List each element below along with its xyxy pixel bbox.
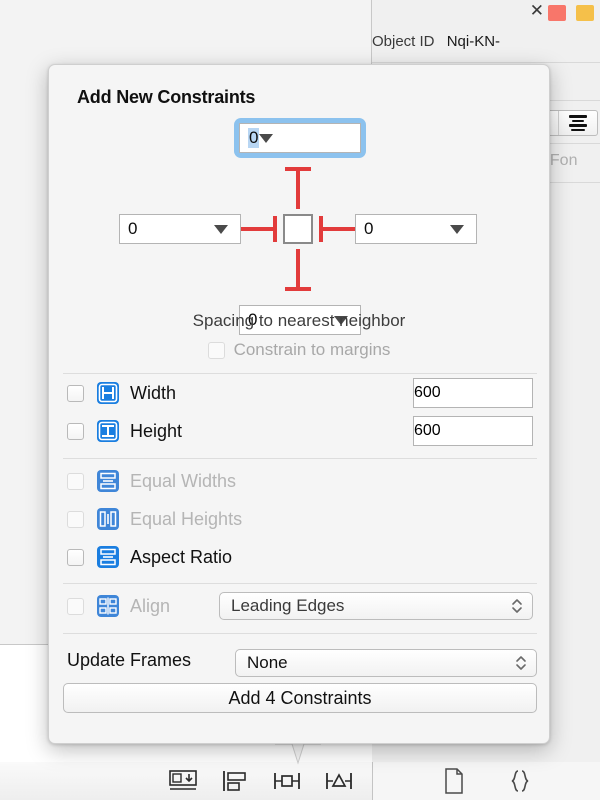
height-label: Height bbox=[130, 420, 183, 441]
align-option-popup[interactable]: Leading Edges bbox=[219, 592, 533, 620]
chevron-updown-icon bbox=[512, 599, 522, 613]
update-frames-label: Update Frames bbox=[67, 650, 192, 670]
object-id-value[interactable]: Nqi-KN- bbox=[447, 33, 500, 50]
aspect-ratio-label: Aspect Ratio bbox=[130, 546, 233, 567]
pin-icon[interactable] bbox=[272, 769, 302, 793]
width-value[interactable]: 600 bbox=[414, 384, 441, 402]
aspect-ratio-icon bbox=[97, 546, 119, 568]
constrain-to-margins-row[interactable]: Constrain to margins bbox=[49, 340, 549, 360]
chevron-down-icon[interactable] bbox=[214, 224, 228, 234]
inspector-divider bbox=[372, 62, 600, 63]
align-constraint-row: Align Leading Edges bbox=[63, 588, 537, 624]
width-value-combo[interactable]: 600 bbox=[413, 378, 533, 408]
constrain-to-margins-checkbox[interactable] bbox=[207, 341, 225, 359]
spacing-caption: Spacing to nearest neighbor bbox=[192, 311, 406, 330]
equal-widths-label: Equal Widths bbox=[130, 470, 237, 491]
align-checkbox[interactable] bbox=[67, 597, 84, 615]
constrain-to-margins-label: Constrain to margins bbox=[233, 340, 391, 359]
bottom-right-icons bbox=[372, 762, 600, 800]
update-frames-popup[interactable]: None bbox=[235, 649, 537, 677]
color-swatch-yellow[interactable] bbox=[576, 5, 594, 21]
bottom-strut bbox=[296, 249, 300, 291]
width-checkbox[interactable] bbox=[67, 384, 84, 402]
stack-embed-icon[interactable] bbox=[168, 769, 198, 793]
resolve-issues-icon[interactable] bbox=[324, 769, 354, 793]
constraint-target-square bbox=[283, 214, 313, 244]
left-spacing-value[interactable]: 0 bbox=[120, 219, 214, 239]
aspect-ratio-row[interactable]: Aspect Ratio bbox=[63, 539, 537, 575]
popover-title: Add New Constraints bbox=[77, 87, 256, 107]
align-icon[interactable] bbox=[220, 769, 250, 793]
align-selected-option: Leading Edges bbox=[231, 596, 345, 615]
align-label: Align bbox=[130, 595, 171, 616]
right-spacing-combo[interactable]: 0 bbox=[355, 214, 477, 244]
height-value[interactable]: 600 bbox=[414, 422, 441, 440]
chevron-down-icon[interactable] bbox=[450, 224, 464, 234]
equal-heights-icon bbox=[97, 508, 119, 530]
chevron-updown-icon bbox=[516, 656, 526, 670]
height-constraint-row[interactable]: Height 600 bbox=[63, 413, 537, 449]
equal-widths-icon bbox=[97, 470, 119, 492]
height-value-combo[interactable]: 600 bbox=[413, 416, 533, 446]
equal-widths-row: Equal Widths bbox=[63, 463, 537, 499]
top-strut bbox=[296, 167, 300, 209]
equal-heights-checkbox[interactable] bbox=[67, 510, 84, 528]
document-icon[interactable] bbox=[443, 768, 465, 794]
equal-heights-label: Equal Heights bbox=[130, 508, 243, 529]
object-id-label: Object ID bbox=[372, 33, 435, 50]
screen: ✕ Object ID Nqi-KN- Inherit No Fon bbox=[0, 0, 600, 800]
top-spacing-combo[interactable]: 0 bbox=[239, 123, 361, 153]
align-center-icon[interactable] bbox=[559, 111, 597, 135]
popover-tail bbox=[274, 743, 322, 765]
add-constraints-button[interactable]: Add 4 Constraints bbox=[63, 683, 537, 713]
width-constraint-row[interactable]: Width 600 bbox=[63, 375, 537, 411]
section-divider bbox=[63, 583, 537, 584]
left-strut bbox=[235, 227, 277, 231]
section-divider bbox=[63, 633, 537, 634]
left-spacing-combo[interactable]: 0 bbox=[119, 214, 241, 244]
bottom-strut-cap bbox=[285, 287, 311, 291]
autolayout-toolbar bbox=[0, 762, 372, 800]
align-constraint-icon bbox=[97, 595, 119, 617]
aspect-ratio-checkbox[interactable] bbox=[67, 548, 84, 566]
update-frames-selected-option: None bbox=[247, 653, 288, 672]
section-divider bbox=[63, 458, 537, 459]
chevron-down-icon[interactable] bbox=[259, 133, 274, 143]
height-constraint-icon bbox=[97, 420, 119, 442]
left-strut-inner-cap bbox=[273, 216, 277, 242]
add-new-constraints-popover: Add New Constraints 0 0 0 0 Spacing to n… bbox=[48, 64, 550, 744]
section-divider bbox=[63, 373, 537, 374]
width-constraint-icon bbox=[97, 382, 119, 404]
braces-icon[interactable] bbox=[509, 768, 531, 794]
right-spacing-value[interactable]: 0 bbox=[356, 219, 450, 239]
width-label: Width bbox=[130, 382, 177, 403]
object-id-row: Object ID Nqi-KN- bbox=[372, 33, 600, 50]
equal-widths-checkbox[interactable] bbox=[67, 472, 84, 490]
color-swatch-red[interactable] bbox=[548, 5, 566, 21]
height-checkbox[interactable] bbox=[67, 422, 84, 440]
close-icon[interactable]: ✕ bbox=[530, 3, 544, 20]
equal-heights-row: Equal Heights bbox=[63, 501, 537, 537]
right-strut-inner-cap bbox=[319, 216, 323, 242]
top-spacing-value[interactable]: 0 bbox=[248, 128, 260, 148]
top-strut-cap bbox=[285, 167, 311, 171]
